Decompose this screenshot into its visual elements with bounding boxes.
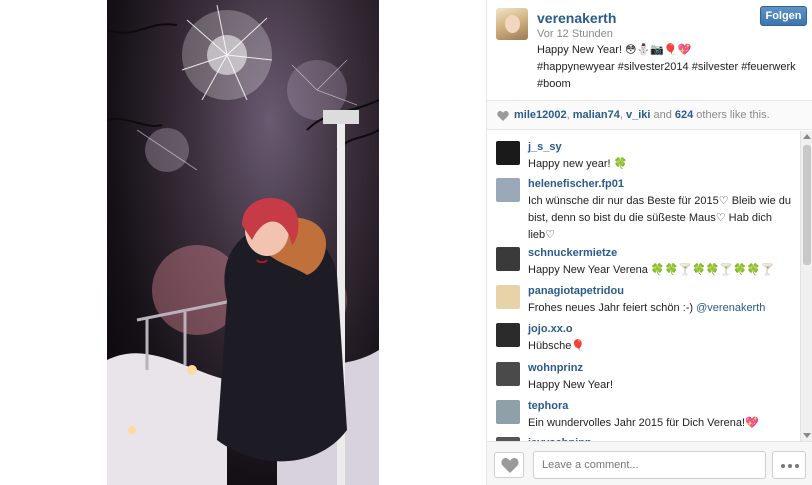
comment-username[interactable]: wohnprinz bbox=[528, 362, 583, 374]
comment-avatar[interactable] bbox=[496, 285, 520, 309]
dot-icon bbox=[781, 464, 785, 468]
liker-3[interactable]: v_iki bbox=[626, 109, 650, 121]
scroll-thumb[interactable] bbox=[803, 145, 811, 265]
comment-text: Frohes neues Jahr feiert schön :-) @vere… bbox=[528, 300, 794, 317]
heart-icon bbox=[497, 111, 509, 121]
fireworks-photo-illustration bbox=[107, 4, 379, 485]
photo-panel bbox=[0, 0, 486, 485]
scroll-up-arrow-icon[interactable] bbox=[803, 134, 811, 139]
comment-mention[interactable]: @verenakerth bbox=[696, 302, 765, 314]
caption-text: Happy New Year! 😳⛄📷🎈💖 bbox=[537, 44, 692, 56]
caption-hashtags[interactable]: #happynewyear #silvester2014 #silvester … bbox=[537, 59, 805, 93]
dot-icon bbox=[795, 464, 799, 468]
comment-text: Ich wünsche dir nur das Beste für 2015♡ … bbox=[528, 195, 792, 241]
scroll-down-arrow-icon[interactable] bbox=[803, 433, 811, 438]
comment-avatar[interactable] bbox=[496, 323, 520, 347]
author-username[interactable]: verenakerth bbox=[537, 10, 616, 26]
post-photo[interactable] bbox=[107, 0, 379, 485]
comment-footer bbox=[487, 441, 812, 485]
follow-button[interactable]: Folgen bbox=[760, 6, 807, 26]
comment-avatar[interactable] bbox=[496, 247, 520, 271]
like-button[interactable] bbox=[494, 452, 524, 478]
comment-text: Ein wundervolles Jahr 2015 für Dich Vere… bbox=[528, 417, 759, 429]
comment-avatar[interactable] bbox=[496, 362, 520, 386]
liker-1[interactable]: mile12002 bbox=[514, 109, 567, 121]
avatar-face bbox=[505, 15, 520, 33]
comment-text: Hübsche🎈 bbox=[528, 340, 586, 352]
dot-icon bbox=[788, 464, 792, 468]
author-avatar[interactable] bbox=[496, 8, 528, 40]
comment-text: Happy new year! 🍀 bbox=[528, 158, 628, 170]
comment-username[interactable]: tephora bbox=[528, 400, 568, 412]
liker-2[interactable]: malian74 bbox=[573, 109, 620, 121]
comment-body: Frohes neues Jahr feiert schön :-) bbox=[528, 302, 697, 314]
comment-input[interactable] bbox=[533, 451, 766, 479]
likes-tail: others like this. bbox=[693, 109, 770, 121]
comment-username[interactable]: panagiotapetridou bbox=[528, 285, 624, 297]
comment-text: Happy New Year! bbox=[528, 379, 613, 391]
post-details-panel: verenakerth Vor 12 Stunden Happy New Yea… bbox=[486, 0, 812, 485]
heart-icon bbox=[501, 458, 519, 473]
comment-text: Happy New Year Verena 🍀🍀🍸🍀🍀🍸🍀🍀🍸 bbox=[528, 264, 775, 276]
comments-scrollbar[interactable] bbox=[800, 131, 812, 441]
more-options-button[interactable] bbox=[772, 451, 806, 479]
comment-username[interactable]: j_s_sy bbox=[528, 141, 562, 153]
comment-avatar[interactable] bbox=[496, 178, 520, 202]
comment-avatar[interactable] bbox=[496, 141, 520, 165]
comment-username[interactable]: schnuckermietze bbox=[528, 247, 617, 259]
post-caption: Happy New Year! 😳⛄📷🎈💖 #happynewyear #sil… bbox=[537, 42, 805, 93]
comment-username[interactable]: jojo.xx.o bbox=[528, 323, 573, 335]
likes-and: and bbox=[650, 109, 675, 121]
post-header: verenakerth Vor 12 Stunden Happy New Yea… bbox=[487, 0, 812, 100]
likes-text: mile12002, malian74, v_iki and 624 other… bbox=[514, 109, 770, 121]
comment-avatar[interactable] bbox=[496, 400, 520, 424]
comments-list: j_s_sy Happy new year! 🍀 helenefischer.f… bbox=[487, 131, 801, 441]
comment-username[interactable]: helenefischer.fp01 bbox=[528, 178, 624, 190]
post-timestamp: Vor 12 Stunden bbox=[537, 28, 613, 40]
likes-bar: mile12002, malian74, v_iki and 624 other… bbox=[487, 100, 812, 130]
likes-count[interactable]: 624 bbox=[675, 109, 693, 121]
